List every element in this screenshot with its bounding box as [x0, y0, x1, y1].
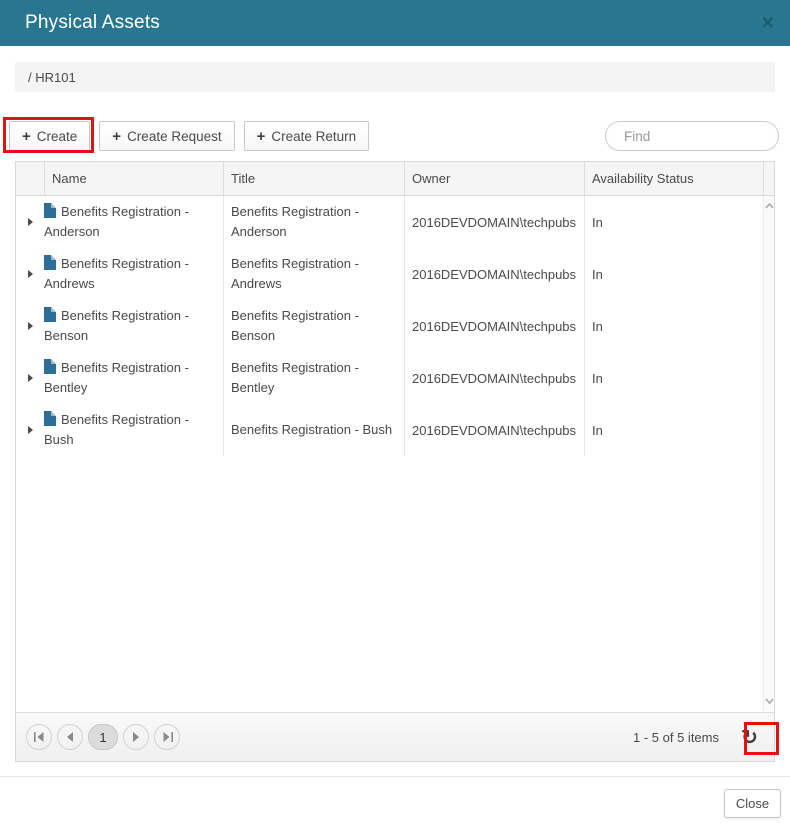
first-page-icon: [34, 732, 45, 742]
scroll-down-icon[interactable]: [764, 697, 774, 705]
next-page-button[interactable]: [123, 724, 149, 750]
create-request-button[interactable]: + Create Request: [99, 121, 234, 151]
next-page-icon: [132, 732, 140, 742]
header-scroll-corner: [763, 162, 774, 195]
expand-cell: [16, 300, 44, 352]
expand-caret-icon[interactable]: [28, 270, 33, 278]
expand-caret-icon[interactable]: [28, 426, 33, 434]
status-cell: In: [584, 404, 763, 456]
expand-caret-icon[interactable]: [28, 322, 33, 330]
create-return-button[interactable]: + Create Return: [244, 121, 370, 151]
vertical-scrollbar[interactable]: [763, 196, 774, 711]
last-page-icon: [162, 732, 173, 742]
name-cell: Benefits Registration - Bentley: [44, 352, 223, 404]
expand-cell: [16, 196, 44, 248]
table-row[interactable]: Benefits Registration - Anderson Benefit…: [16, 196, 763, 248]
modal-title: Physical Assets: [0, 12, 160, 34]
name-text: Benefits Registration - Bush: [44, 412, 189, 447]
pager: 1 1 - 5 of 5 items ↻: [16, 712, 774, 761]
column-header-name[interactable]: Name: [44, 162, 223, 195]
owner-cell: 2016DEVDOMAIN\techpubs: [404, 300, 584, 352]
create-button-label: Create: [37, 129, 78, 144]
name-text: Benefits Registration - Anderson: [44, 204, 189, 239]
find-input[interactable]: [605, 121, 779, 151]
assets-grid: Name Title Owner Availability Status Ben…: [15, 161, 775, 762]
title-cell: Benefits Registration - Bentley: [223, 352, 404, 404]
expand-cell: [16, 248, 44, 300]
expand-caret-icon[interactable]: [28, 374, 33, 382]
plus-icon: +: [22, 128, 31, 145]
document-icon: [44, 411, 56, 426]
expand-caret-icon[interactable]: [28, 218, 33, 226]
title-cell: Benefits Registration - Anderson: [223, 196, 404, 248]
refresh-icon: ↻: [741, 725, 758, 750]
title-cell: Benefits Registration - Bush: [223, 404, 404, 456]
owner-cell: 2016DEVDOMAIN\techpubs: [404, 352, 584, 404]
plus-icon: +: [257, 128, 266, 145]
document-icon: [44, 307, 56, 322]
column-header-owner[interactable]: Owner: [404, 162, 584, 195]
name-cell: Benefits Registration - Anderson: [44, 196, 223, 248]
table-row[interactable]: Benefits Registration - Bush Benefits Re…: [16, 404, 763, 456]
name-cell: Benefits Registration - Benson: [44, 300, 223, 352]
name-text: Benefits Registration - Benson: [44, 308, 189, 343]
expand-cell: [16, 352, 44, 404]
table-row[interactable]: Benefits Registration - Bentley Benefits…: [16, 352, 763, 404]
document-icon: [44, 359, 56, 374]
plus-icon: +: [112, 128, 121, 145]
toolbar: + Create + Create Request + Create Retur…: [9, 121, 369, 151]
refresh-button[interactable]: ↻: [735, 724, 764, 751]
breadcrumb: / HR101: [15, 62, 775, 92]
document-icon: [44, 203, 56, 218]
close-button[interactable]: Close: [724, 789, 781, 818]
table-row[interactable]: Benefits Registration - Benson Benefits …: [16, 300, 763, 352]
name-cell: Benefits Registration - Andrews: [44, 248, 223, 300]
expand-column-header: [16, 162, 44, 195]
name-text: Benefits Registration - Andrews: [44, 256, 189, 291]
status-cell: In: [584, 352, 763, 404]
grid-rows: Benefits Registration - Anderson Benefit…: [16, 196, 763, 456]
title-cell: Benefits Registration - Andrews: [223, 248, 404, 300]
document-icon: [44, 255, 56, 270]
name-text: Benefits Registration - Bentley: [44, 360, 189, 395]
close-icon[interactable]: ×: [762, 13, 774, 34]
grid-header: Name Title Owner Availability Status: [16, 162, 774, 196]
owner-cell: 2016DEVDOMAIN\techpubs: [404, 196, 584, 248]
modal-header: Physical Assets ×: [0, 0, 790, 46]
owner-cell: 2016DEVDOMAIN\techpubs: [404, 248, 584, 300]
previous-page-icon: [66, 732, 74, 742]
name-cell: Benefits Registration - Bush: [44, 404, 223, 456]
status-cell: In: [584, 196, 763, 248]
column-header-availability-status[interactable]: Availability Status: [584, 162, 763, 195]
scroll-up-icon[interactable]: [764, 202, 774, 210]
previous-page-button[interactable]: [57, 724, 83, 750]
status-cell: In: [584, 300, 763, 352]
last-page-button[interactable]: [154, 724, 180, 750]
current-page-indicator[interactable]: 1: [88, 724, 118, 750]
column-header-title[interactable]: Title: [223, 162, 404, 195]
owner-cell: 2016DEVDOMAIN\techpubs: [404, 404, 584, 456]
first-page-button[interactable]: [26, 724, 52, 750]
table-row[interactable]: Benefits Registration - Andrews Benefits…: [16, 248, 763, 300]
create-button[interactable]: + Create: [9, 121, 90, 151]
footer-divider: [0, 776, 790, 777]
create-return-button-label: Create Return: [271, 129, 356, 144]
grid-body: Benefits Registration - Anderson Benefit…: [16, 196, 774, 711]
create-request-button-label: Create Request: [127, 129, 222, 144]
items-count-text: 1 - 5 of 5 items: [633, 730, 719, 745]
expand-cell: [16, 404, 44, 456]
status-cell: In: [584, 248, 763, 300]
title-cell: Benefits Registration - Benson: [223, 300, 404, 352]
breadcrumb-path: / HR101: [28, 70, 76, 85]
